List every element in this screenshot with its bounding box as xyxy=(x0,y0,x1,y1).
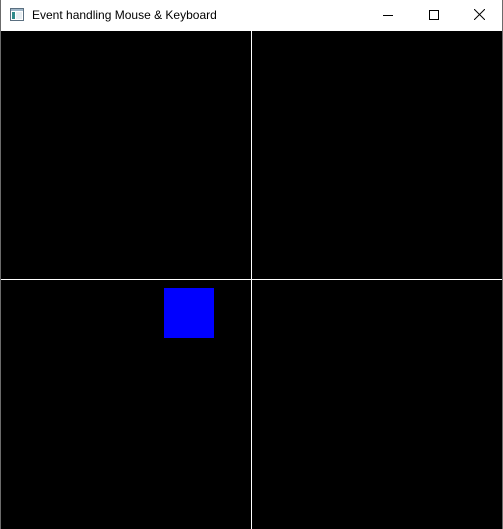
minimize-icon xyxy=(383,7,393,25)
vertical-divider-line xyxy=(251,31,252,529)
quadrant-top-right[interactable] xyxy=(252,31,502,279)
quadrant-bottom-right[interactable] xyxy=(252,280,502,529)
drawing-canvas[interactable] xyxy=(1,31,502,529)
maximize-button[interactable] xyxy=(411,0,457,31)
close-icon xyxy=(473,7,485,25)
close-button[interactable] xyxy=(456,0,502,31)
app-window: Event handling Mouse & Keyboard xyxy=(0,0,503,529)
title-bar[interactable]: Event handling Mouse & Keyboard xyxy=(1,0,502,31)
horizontal-divider-line xyxy=(1,279,502,280)
window-title: Event handling Mouse & Keyboard xyxy=(32,8,217,22)
quadrant-top-left[interactable] xyxy=(1,31,251,279)
blue-square[interactable] xyxy=(164,288,214,338)
app-window-icon xyxy=(10,8,24,21)
minimize-button[interactable] xyxy=(365,0,411,31)
maximize-icon xyxy=(429,7,439,25)
